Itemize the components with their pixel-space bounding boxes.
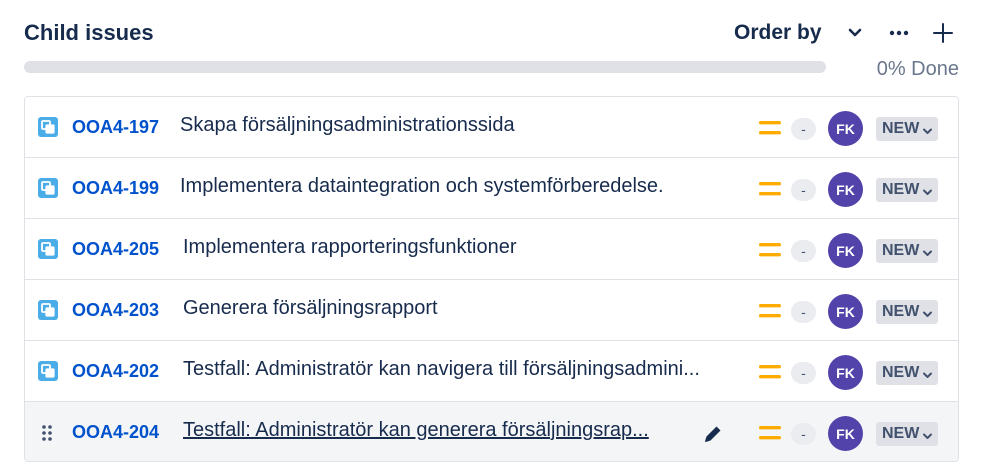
- issue-summary[interactable]: Implementera dataintegration och systemf…: [180, 175, 664, 198]
- status-label: NEW: [882, 242, 920, 259]
- chevron-down-icon: [922, 307, 933, 318]
- subtask-icon: [38, 361, 58, 381]
- status-dropdown[interactable]: NEW: [876, 178, 939, 202]
- status-label: NEW: [882, 181, 920, 198]
- issue-summary[interactable]: Generera försäljningsrapport: [183, 297, 438, 320]
- subtask-icon: [38, 117, 58, 137]
- status-label: NEW: [882, 364, 920, 381]
- priority-medium-icon: [758, 242, 782, 258]
- chevron-down-icon: [922, 246, 933, 257]
- pencil-icon[interactable]: [702, 423, 724, 445]
- child-issue-row[interactable]: OOA4-204 Testfall: Administratör kan gene…: [25, 402, 958, 461]
- status-label: NEW: [882, 425, 920, 442]
- chevron-down-icon: [846, 24, 864, 42]
- chevron-down-icon: [922, 185, 933, 196]
- child-issue-row[interactable]: OOA4-197 Skapa försäljningsadministration…: [25, 97, 958, 158]
- priority-medium-icon: [758, 364, 782, 380]
- priority-medium-icon: [758, 303, 782, 319]
- assignee-avatar[interactable]: FK: [828, 294, 863, 329]
- chevron-down-icon: [922, 368, 933, 379]
- add-child-issue-icon[interactable]: [930, 19, 956, 47]
- assignee-avatar[interactable]: FK: [828, 233, 863, 268]
- section-title: Child issues: [24, 20, 154, 45]
- priority-medium-icon: [758, 181, 782, 197]
- subtask-icon: [38, 300, 58, 320]
- status-dropdown[interactable]: NEW: [876, 239, 939, 263]
- issue-key-link[interactable]: OOA4-204: [72, 422, 159, 443]
- issue-key-link[interactable]: OOA4-199: [72, 178, 159, 199]
- status-dropdown[interactable]: NEW: [876, 117, 939, 141]
- child-issues-header: Child issues Order by: [24, 18, 964, 50]
- order-by-button[interactable]: Order by: [734, 18, 864, 48]
- estimate-badge: -: [791, 118, 816, 140]
- child-issue-row[interactable]: OOA4-205 Implementera rapporteringsfunkti…: [25, 219, 958, 280]
- assignee-avatar[interactable]: FK: [828, 416, 863, 451]
- chevron-down-icon: [922, 429, 933, 440]
- child-issue-row[interactable]: OOA4-203 Generera försäljningsrapport - FK N…: [25, 280, 958, 341]
- issue-summary[interactable]: Implementera rapporteringsfunktioner: [183, 236, 517, 259]
- issue-key-link[interactable]: OOA4-205: [72, 239, 159, 260]
- issue-key-link[interactable]: OOA4-203: [72, 300, 159, 321]
- assignee-avatar[interactable]: FK: [828, 172, 863, 207]
- issue-summary[interactable]: Testfall: Administratör kan generera för…: [183, 419, 649, 442]
- subtask-icon: [38, 178, 58, 198]
- status-dropdown[interactable]: NEW: [876, 422, 939, 446]
- estimate-badge: -: [791, 240, 816, 262]
- progress-label: 0% Done: [876, 58, 959, 80]
- child-issue-list: OOA4-197 Skapa försäljningsadministration…: [24, 96, 959, 462]
- drag-handle-icon[interactable]: [40, 423, 54, 443]
- priority-medium-icon: [758, 425, 782, 441]
- assignee-avatar[interactable]: FK: [828, 355, 863, 390]
- issue-summary[interactable]: Skapa försäljningsadministrationssida: [180, 114, 515, 137]
- estimate-badge: -: [791, 362, 816, 384]
- assignee-avatar[interactable]: FK: [828, 111, 863, 146]
- child-issue-row[interactable]: OOA4-202 Testfall: Administratör kan navi…: [25, 341, 958, 402]
- priority-medium-icon: [758, 120, 782, 136]
- issue-key-link[interactable]: OOA4-202: [72, 361, 159, 382]
- estimate-badge: -: [791, 179, 816, 201]
- status-dropdown[interactable]: NEW: [876, 361, 939, 385]
- child-issue-row[interactable]: OOA4-199 Implementera dataintegration och…: [25, 158, 958, 219]
- status-label: NEW: [882, 120, 920, 137]
- subtask-icon: [38, 239, 58, 259]
- chevron-down-icon: [922, 124, 933, 135]
- order-by-label: Order by: [734, 21, 822, 44]
- status-label: NEW: [882, 303, 920, 320]
- more-options-icon[interactable]: [886, 20, 912, 46]
- progress-bar: [24, 61, 826, 73]
- issue-key-link[interactable]: OOA4-197: [72, 117, 159, 138]
- estimate-badge: -: [791, 423, 816, 445]
- status-dropdown[interactable]: NEW: [876, 300, 939, 324]
- issue-summary[interactable]: Testfall: Administratör kan navigera til…: [183, 358, 700, 381]
- estimate-badge: -: [791, 301, 816, 323]
